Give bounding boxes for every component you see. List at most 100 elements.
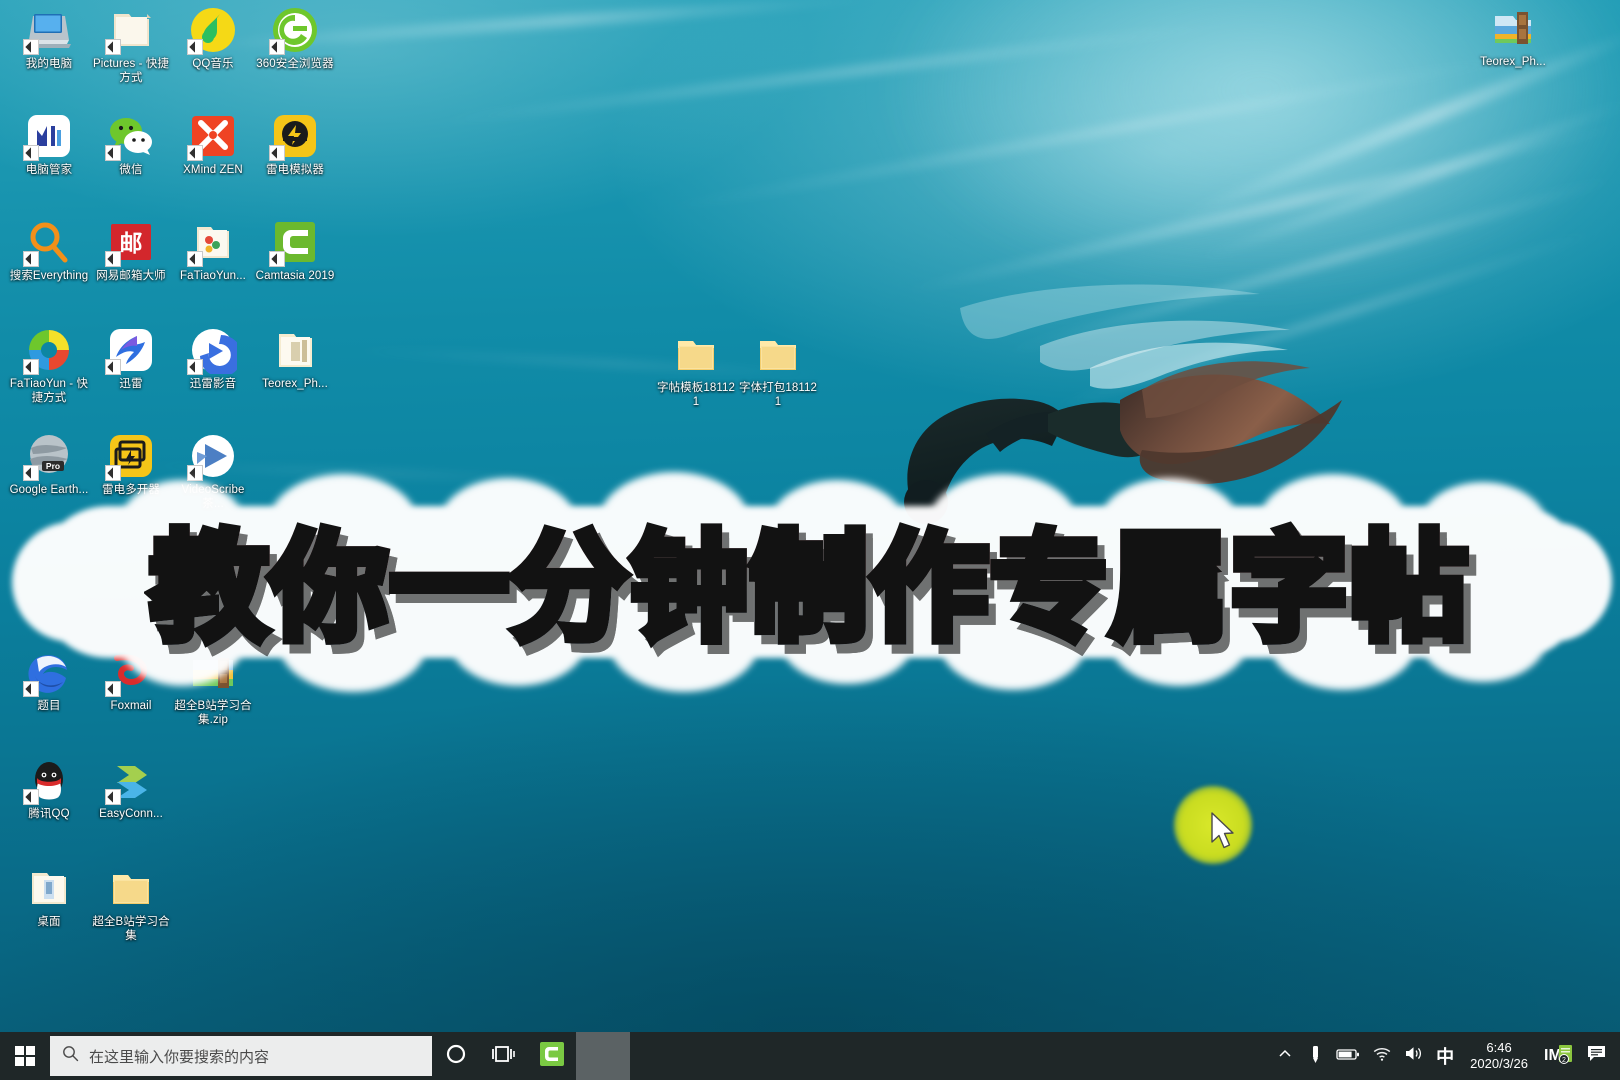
desktop-icon[interactable]: Teorex_Ph... <box>1472 4 1554 70</box>
camtasia-icon <box>269 218 319 267</box>
camtasia-taskbar-button[interactable] <box>528 1032 576 1080</box>
desktop-icon[interactable]: 微信 <box>90 112 172 178</box>
svg-text:2: 2 <box>1562 1057 1566 1064</box>
search-everything-icon <box>23 218 73 267</box>
desktop-icon[interactable]: 电脑管家 <box>8 112 90 178</box>
task-view-button[interactable] <box>480 1032 528 1080</box>
360-browser-icon <box>269 6 319 55</box>
freediver-silhouette <box>790 250 1350 580</box>
desktop-icon-label: FaTiaoYun... <box>180 270 246 282</box>
desktop-icon-label: Teorex_Ph... <box>1480 56 1546 68</box>
shortcut-arrow-icon <box>187 465 203 481</box>
taskbar-clock[interactable]: 6:46 2020/3/26 <box>1460 1040 1538 1072</box>
chevron-up-icon <box>1278 1047 1292 1066</box>
desktop-icon-label: 微信 <box>119 164 143 176</box>
ime-indicator-button[interactable]: 中 <box>1430 1032 1460 1080</box>
desktop-icon[interactable]: 雷电模拟器 <box>254 112 336 178</box>
battery-button[interactable] <box>1330 1032 1366 1080</box>
desktop-icon[interactable]: 腾讯QQ <box>8 756 90 822</box>
desktop-icon-label: 迅雷影音 <box>189 378 237 390</box>
desktop-icon[interactable]: 桌面 <box>8 864 90 930</box>
shortcut-arrow-icon <box>105 251 121 267</box>
cortana-button[interactable] <box>432 1032 480 1080</box>
ldmultiplayer-icon <box>105 432 155 481</box>
desktop-icon[interactable]: Camtasia 2019 <box>254 218 336 284</box>
svg-text:邮: 邮 <box>120 231 143 257</box>
shortcut-arrow-icon <box>187 145 203 161</box>
desktop-icon[interactable]: 字体打包181121 <box>737 330 819 409</box>
mouse-cursor <box>1174 786 1252 864</box>
shortcut-arrow-icon <box>23 465 39 481</box>
desktop-icon-label: 字帖模板181121 <box>656 382 736 408</box>
clock-time: 6:46 <box>1486 1040 1512 1055</box>
search-icon <box>62 1045 79 1067</box>
tray-overflow-button[interactable] <box>1270 1032 1300 1080</box>
desktop-icon[interactable]: VideoScribe 茶... <box>172 432 254 511</box>
taskbar: 在这里输入你要搜索的内容 中 6:46 2020/3/26 IM 2 <box>0 1032 1620 1080</box>
tencent-qq-icon <box>23 756 73 805</box>
desktop-icon-label: 超全B站学习合集 <box>92 916 170 942</box>
desktop-icon[interactable]: Foxmail <box>90 648 172 714</box>
desktop-icon[interactable]: FaTiaoYun - 快捷方式 <box>8 326 90 405</box>
action-center-button[interactable] <box>1580 1032 1614 1080</box>
desktop-icon[interactable]: 邮网易邮箱大师 <box>90 218 172 284</box>
volume-button[interactable] <box>1398 1032 1430 1080</box>
desktop-icon[interactable]: QQ音乐 <box>172 6 254 72</box>
ldplayer-icon <box>269 112 319 161</box>
taskbar-search-box[interactable]: 在这里输入你要搜索的内容 <box>50 1036 432 1076</box>
desktop-icon[interactable]: 搜索Everything <box>8 218 90 284</box>
shortcut-arrow-icon <box>23 681 39 697</box>
camtasia-icon <box>539 1041 565 1072</box>
desktop-icon[interactable]: Pro Google Earth... <box>8 432 90 498</box>
desktop-icon[interactable]: 超全B站学习合集 <box>90 864 172 943</box>
task-view-icon <box>492 1044 516 1069</box>
desktop-icon-label: 字体打包181121 <box>738 382 818 408</box>
folder-icon <box>107 864 155 912</box>
shortcut-arrow-icon <box>187 251 203 267</box>
folder-icon <box>672 330 720 378</box>
shortcut-arrow-icon <box>105 145 121 161</box>
desktop-icon-label: Foxmail <box>110 700 152 712</box>
pen-tablet-button[interactable] <box>1300 1032 1330 1080</box>
network-button[interactable] <box>1366 1032 1398 1080</box>
desktop-screen: 我的电脑 Pictures - 快捷方式 QQ音乐 360安全浏览器电脑管家 微信 XMi… <box>0 0 1620 1080</box>
fatiaoyun-app-icon <box>23 326 73 375</box>
winrar-archive-icon <box>1489 4 1537 52</box>
desktop-icon[interactable]: 360安全浏览器 <box>254 6 336 72</box>
desktop-icon-label: QQ音乐 <box>192 58 234 70</box>
desktop-icon[interactable]: XMind ZEN <box>172 112 254 178</box>
desktop-icon-label: Pictures - 快捷方式 <box>92 58 170 84</box>
wechat-icon <box>105 112 155 161</box>
desktop-icon-label: 电脑管家 <box>25 164 73 176</box>
desktop-icon[interactable]: 雷电多开器 <box>90 432 172 498</box>
notification-icon <box>1586 1044 1608 1069</box>
shortcut-arrow-icon <box>105 789 121 805</box>
clock-date: 2020/3/26 <box>1470 1056 1528 1071</box>
desktop-icon[interactable]: 迅雷 <box>90 326 172 392</box>
running-app-button[interactable] <box>576 1032 630 1080</box>
svg-text:Pro: Pro <box>46 461 60 471</box>
battery-icon <box>1336 1047 1360 1066</box>
desktop-icon-label: 桌面 <box>37 916 61 928</box>
google-earth-pro-icon: Pro <box>23 432 73 481</box>
shortcut-arrow-icon <box>105 465 121 481</box>
desktop-icon[interactable]: 字帖模板181121 <box>655 330 737 409</box>
shortcut-arrow-icon <box>23 359 39 375</box>
im-green-icon: IM 2 <box>1544 1042 1574 1071</box>
system-tray: 中 6:46 2020/3/26 IM 2 <box>1270 1032 1620 1080</box>
cortana-circle-icon <box>445 1043 467 1070</box>
desktop-icon[interactable]: EasyConn... <box>90 756 172 822</box>
search-input-placeholder: 在这里输入你要搜索的内容 <box>89 1048 270 1066</box>
desktop-icon-label: VideoScribe 茶... <box>181 484 245 510</box>
desktop-icon[interactable]: FaTiaoYun... <box>172 218 254 284</box>
desktop-icon[interactable]: 超全B站学习合集.zip <box>172 648 254 727</box>
im-app-button[interactable]: IM 2 <box>1538 1032 1580 1080</box>
pc-manager-icon <box>23 112 73 161</box>
desktop-icon[interactable]: 我的电脑 <box>8 6 90 72</box>
desktop-icon[interactable]: 题目 <box>8 648 90 714</box>
start-button[interactable] <box>0 1032 50 1080</box>
desktop-icon[interactable]: 迅雷影音 <box>172 326 254 392</box>
desktop-icon[interactable]: Teorex_Ph... <box>254 326 336 392</box>
desktop-icon-label: 雷电多开器 <box>102 484 160 496</box>
desktop-icon[interactable]: Pictures - 快捷方式 <box>90 6 172 85</box>
